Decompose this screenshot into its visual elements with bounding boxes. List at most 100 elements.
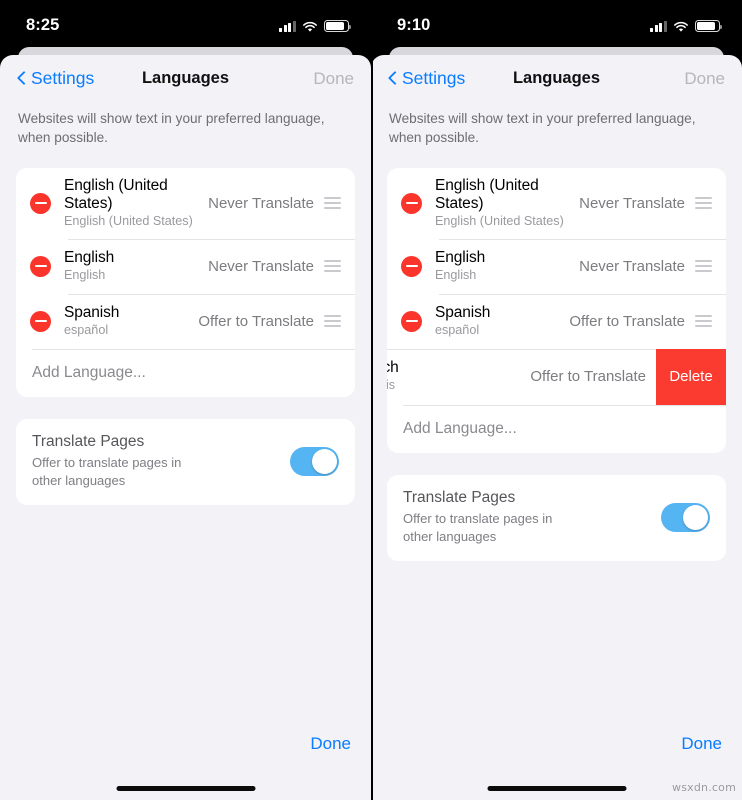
reorder-grip-icon[interactable] [695,197,712,209]
language-names: Spanish español [435,304,490,339]
minus-circle-icon[interactable] [401,255,422,277]
translate-mode-label[interactable]: Never Translate [208,258,314,275]
row-trailing: Offer to Translate [522,368,673,385]
status-time: 9:10 [397,16,431,34]
table-row[interactable]: English English Never Translate [16,238,355,294]
language-name: Spanish [435,303,491,321]
translate-pages-texts: Translate Pages Offer to translate pages… [403,489,661,547]
language-native-name: English (United States) [435,214,564,229]
chevron-left-icon [17,70,28,88]
back-button-label: Settings [402,68,466,88]
battery-icon [695,20,723,32]
translate-pages-toggle[interactable] [290,447,339,476]
language-name: English (United States) [64,176,168,212]
status-indicators [650,15,723,32]
row-trailing: Never Translate [571,195,712,212]
reorder-grip-icon[interactable] [324,260,341,272]
table-row[interactable]: English (United States) English (United … [387,168,726,239]
language-names: English (United States) English (United … [435,177,571,230]
translate-mode-label[interactable]: Offer to Translate [198,313,314,330]
home-indicator [116,785,255,791]
minus-circle-icon[interactable] [30,310,51,332]
language-native-name: français [387,378,396,393]
settings-sheet: Settings Languages Done Websites will sh… [0,55,371,800]
language-names: English English [435,249,485,284]
row-trailing: Offer to Translate [190,313,341,330]
sheet-content: Websites will show text in your preferre… [0,102,371,506]
reorder-grip-icon[interactable] [695,315,712,327]
phone-screenshot-right: 9:10 Settings Languages Done Websites wi… [371,0,742,800]
translate-pages-title: Translate Pages [403,488,516,506]
sheet-content: Websites will show text in your preferre… [371,102,742,562]
language-native-name: English [64,267,106,282]
minus-circle-icon[interactable] [30,192,51,214]
add-language-label: Add Language... [32,363,146,381]
settings-sheet: Settings Languages Done Websites will sh… [371,55,742,800]
home-indicator [487,785,626,791]
table-row-swiped[interactable]: French français Offer to Translate Delet… [387,348,726,405]
language-native-name: español [64,322,109,337]
minus-circle-icon[interactable] [401,310,422,332]
description-text: Websites will show text in your preferre… [389,111,696,146]
reorder-grip-icon[interactable] [324,315,341,327]
language-names: English English [64,249,114,284]
minus-circle-icon[interactable] [30,255,51,277]
status-indicators [279,15,352,32]
watermark: wsxdn.com [672,781,736,794]
language-name: English (United States) [435,176,539,212]
minus-circle-icon[interactable] [401,192,422,214]
panel-divider [371,0,373,800]
language-name: English [435,248,486,266]
translate-pages-title: Translate Pages [32,432,145,450]
nav-done-button[interactable]: Done [684,69,725,89]
translate-pages-subtitle: Offer to translate pages in other langua… [32,455,182,489]
cellular-signal-icon [650,20,667,32]
translate-mode-label[interactable]: Never Translate [579,258,685,275]
language-names: English (United States) English (United … [64,177,200,230]
translate-pages-toggle[interactable] [661,503,710,532]
cellular-signal-icon [279,20,296,32]
translate-mode-label[interactable]: Never Translate [579,195,685,212]
language-native-name: English (United States) [64,214,193,229]
language-list-card: English (United States) English (United … [387,167,726,453]
row-trailing: Offer to Translate [561,313,712,330]
language-name: English [64,248,115,266]
wifi-icon [673,20,689,32]
translate-mode-label[interactable]: Never Translate [208,195,314,212]
table-row[interactable]: English English Never Translate [387,238,726,294]
reorder-grip-icon[interactable] [695,260,712,272]
table-row[interactable]: English (United States) English (United … [16,168,355,239]
back-button[interactable]: Settings [388,68,465,89]
add-language-row[interactable]: Add Language... [387,404,726,453]
table-row[interactable]: Spanish español Offer to Translate [387,293,726,349]
translate-pages-subtitle: Offer to translate pages in other langua… [403,511,553,545]
bottom-done-button[interactable]: Done [681,734,722,754]
phone-screenshot-left: 8:25 Settings Languages Done Websites wi… [0,0,371,800]
add-language-row[interactable]: Add Language... [16,348,355,397]
translate-mode-label[interactable]: Offer to Translate [569,313,685,330]
language-name: Spanish [64,303,120,321]
row-trailing: Never Translate [200,258,341,275]
language-names: Spanish español [64,304,119,339]
delete-button[interactable]: Delete [656,348,726,405]
table-row[interactable]: Spanish español Offer to Translate [16,293,355,349]
chevron-left-icon [388,70,399,88]
nav-done-button[interactable]: Done [313,69,354,89]
language-native-name: español [435,322,480,337]
translate-pages-texts: Translate Pages Offer to translate pages… [32,433,290,491]
language-name: French [387,359,399,377]
status-time: 8:25 [26,16,60,34]
nav-bar: Settings Languages Done [371,55,742,102]
translate-pages-card: Translate Pages Offer to translate pages… [387,474,726,562]
back-button[interactable]: Settings [17,68,94,89]
translate-mode-label[interactable]: Offer to Translate [530,368,646,385]
description-text: Websites will show text in your preferre… [18,111,325,146]
row-trailing: Never Translate [571,258,712,275]
translate-pages-card: Translate Pages Offer to translate pages… [16,418,355,506]
nav-bar: Settings Languages Done [0,55,371,102]
status-bar: 9:10 [371,0,742,47]
reorder-grip-icon[interactable] [324,197,341,209]
bottom-done-button[interactable]: Done [310,734,351,754]
language-list-card: English (United States) English (United … [16,167,355,397]
language-names: French français [387,359,399,394]
